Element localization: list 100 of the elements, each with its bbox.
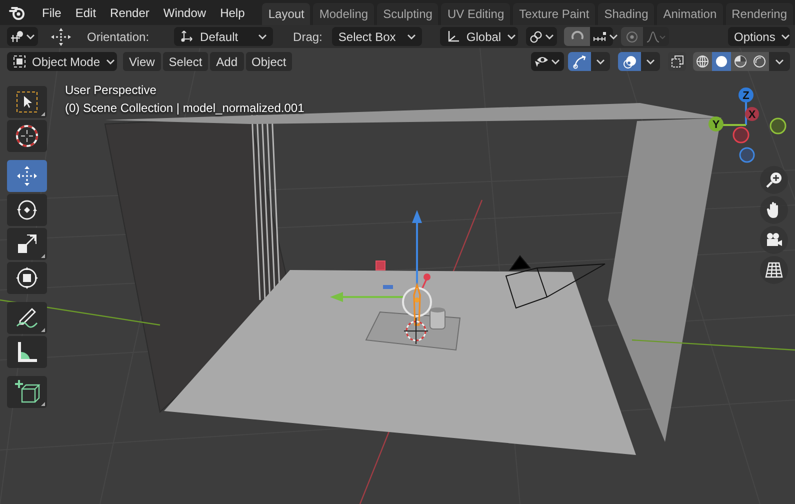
caret-icon <box>26 34 35 40</box>
menu-item[interactable]: Render <box>103 2 156 24</box>
mode-dropdown[interactable]: Object Mode <box>7 52 117 71</box>
corner-triangle-icon <box>41 112 45 116</box>
viewport-menu[interactable]: Add <box>210 52 244 71</box>
visibility-dropdown[interactable] <box>531 52 564 71</box>
magnifier-plus-icon <box>765 171 783 189</box>
rotate-icon <box>15 198 39 222</box>
cursor-icon <box>15 124 39 148</box>
scale-icon <box>16 233 38 255</box>
orientation-label: Orientation: <box>87 28 150 46</box>
viewport-menu[interactable]: Select <box>162 52 208 71</box>
pivot-dropdown[interactable] <box>526 27 558 46</box>
caret-icon <box>551 58 560 64</box>
pencil-squiggle-icon <box>15 306 39 330</box>
view-name: User Perspective <box>65 83 158 97</box>
eye-pointer-icon <box>534 55 549 68</box>
tool-button[interactable] <box>7 336 47 368</box>
target-icon <box>626 30 638 42</box>
selected-object-outline <box>413 282 421 326</box>
caret-icon <box>609 34 618 40</box>
caret-icon <box>775 58 784 64</box>
workspace-tab[interactable]: Animation <box>657 3 723 25</box>
add-cube-icon <box>14 379 40 405</box>
viewport-menu[interactable]: Object <box>246 52 292 71</box>
tool-settings-dropdown[interactable] <box>7 27 38 46</box>
rendered-sphere-icon <box>753 55 766 68</box>
gizmo-arrow-icon <box>572 54 586 68</box>
caret-icon <box>646 58 655 64</box>
caret-icon <box>596 58 605 64</box>
corner-triangle-icon <box>41 328 45 332</box>
x-axis-handle <box>421 274 430 290</box>
navigation-button[interactable] <box>760 196 788 224</box>
gizmo-ring <box>402 287 432 317</box>
workspace-tab[interactable]: Texture Paint <box>513 3 596 25</box>
shading-mode-button[interactable] <box>750 52 769 71</box>
ruler-protractor-icon <box>15 340 39 364</box>
light-marker <box>376 260 386 270</box>
workspace-tab[interactable]: Modeling <box>313 3 374 25</box>
caret-dropdown[interactable] <box>641 52 660 71</box>
xray-squares-icon <box>670 55 684 68</box>
falloff-dropdown[interactable] <box>643 27 670 46</box>
axes-icon <box>446 30 460 44</box>
navigation-button[interactable] <box>760 256 788 284</box>
workspace-tab[interactable]: Shading <box>598 3 654 25</box>
drag-label: Drag: <box>293 28 322 46</box>
move-icon <box>50 26 72 46</box>
transform-orientation-dropdown[interactable]: Global <box>440 27 518 46</box>
menu-item[interactable]: Edit <box>68 2 104 24</box>
caret-dropdown[interactable] <box>591 52 610 71</box>
tool-button[interactable] <box>7 376 47 408</box>
shading-mode-button[interactable] <box>693 52 712 71</box>
corner-triangle-icon <box>41 402 45 406</box>
caret-icon <box>407 34 416 40</box>
workspace-tab[interactable]: UV Editing <box>441 3 510 25</box>
orientation-dropdown[interactable]: Default <box>174 27 274 46</box>
collection-info: (0) Scene Collection | model_normalized.001 <box>65 101 304 115</box>
transform-icon <box>15 266 39 290</box>
caret-icon <box>258 34 268 40</box>
tool-button[interactable] <box>7 262 47 294</box>
workspace-tab[interactable]: Layout <box>262 3 310 25</box>
mug-drawing <box>430 308 446 330</box>
wireframe-sphere-icon <box>696 55 709 68</box>
corner-triangle-icon <box>41 254 45 258</box>
plane-handle <box>383 285 393 289</box>
caret-icon <box>545 34 554 40</box>
caret-icon <box>106 58 116 64</box>
caret-icon <box>781 34 790 40</box>
menu-item[interactable]: Help <box>213 2 252 24</box>
viewport-menu[interactable]: View <box>123 52 161 71</box>
proportional-editing-toggle[interactable] <box>621 27 644 46</box>
z-axis-label: Z <box>742 90 750 102</box>
y-axis-label: Y <box>712 119 720 131</box>
options-dropdown[interactable]: Options <box>728 27 790 46</box>
overlay-toggle[interactable] <box>618 52 641 71</box>
menu-item[interactable]: Window <box>156 2 214 24</box>
tool-button[interactable] <box>7 302 47 334</box>
shading-options-dropdown[interactable] <box>769 52 790 71</box>
shading-mode-button[interactable] <box>731 52 750 71</box>
orientation-icon <box>180 30 194 43</box>
snap-toggle[interactable] <box>564 27 590 46</box>
menu-item[interactable]: File <box>35 2 68 24</box>
overlay-circles-icon <box>622 54 636 68</box>
workspace-tab[interactable]: Rendering <box>726 3 793 25</box>
caret-icon <box>507 34 516 40</box>
drag-dropdown[interactable]: Select Box <box>332 27 422 46</box>
tool-button[interactable] <box>7 228 47 260</box>
shading-mode-button[interactable] <box>712 52 731 71</box>
navigation-button[interactable] <box>760 226 788 254</box>
app-logo-icon[interactable] <box>9 6 25 20</box>
snap-increment-icon <box>593 32 608 42</box>
link-icon <box>529 30 544 44</box>
gizmo-toggle[interactable] <box>568 52 591 71</box>
tool-button[interactable] <box>7 86 47 118</box>
x-axis-label: X <box>748 109 756 121</box>
tool-button[interactable] <box>7 120 47 152</box>
navigation-button[interactable] <box>760 166 788 194</box>
tool-button[interactable] <box>7 194 47 226</box>
falloff-curve-icon <box>646 30 666 42</box>
workspace-tab[interactable]: Sculpting <box>377 3 438 25</box>
